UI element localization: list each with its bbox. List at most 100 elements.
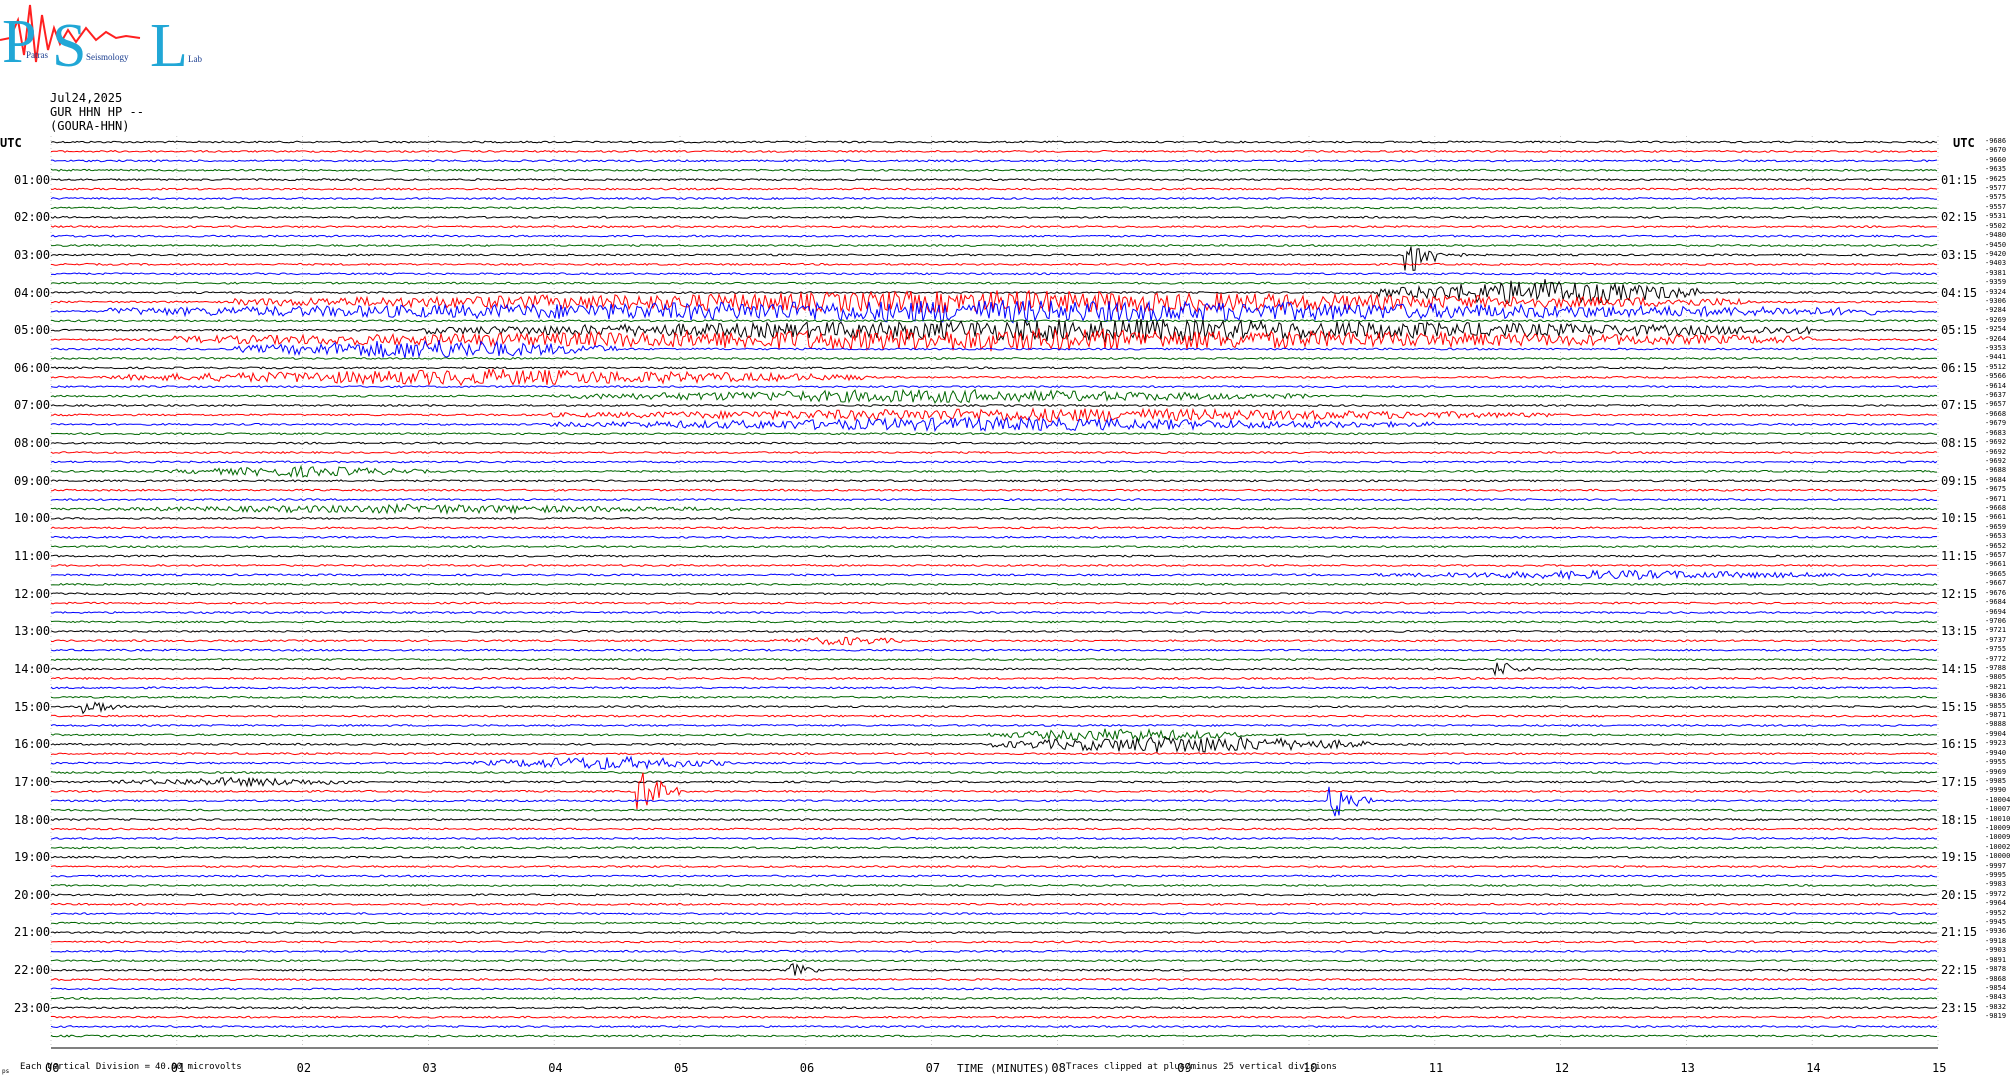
row-offset-label: -9836 bbox=[1985, 692, 2007, 701]
right-hour-label: 06:15 bbox=[1941, 360, 1978, 375]
corner-mark: ps bbox=[2, 1068, 10, 1075]
right-hour-label: 13:15 bbox=[1941, 624, 1978, 639]
trace-row bbox=[50, 479, 1938, 483]
right-utc-label: UTC bbox=[1953, 136, 1975, 150]
trace-row bbox=[50, 865, 1938, 869]
trace-row bbox=[50, 464, 1937, 478]
trace-row bbox=[51, 243, 1938, 248]
trace-row bbox=[50, 441, 1938, 445]
trace-row bbox=[50, 1015, 1938, 1019]
x-tick-label: 15 bbox=[1932, 1061, 1947, 1075]
trace-row bbox=[51, 921, 1937, 925]
row-offset-label: -9264 bbox=[1985, 334, 2007, 343]
trace-row bbox=[50, 959, 1938, 963]
trace-row bbox=[50, 281, 1938, 285]
trace-row bbox=[50, 262, 1937, 266]
trace-row bbox=[50, 776, 1938, 788]
right-hour-label: 02:15 bbox=[1941, 210, 1978, 225]
trace-row bbox=[50, 949, 1938, 953]
division-label: Each Vertical Division = bbox=[20, 1062, 151, 1072]
left-hour-label: 13:00 bbox=[14, 624, 51, 639]
row-offset-label: -9684 bbox=[1985, 598, 2007, 607]
row-offset-label: -9694 bbox=[1985, 607, 2007, 616]
trace-row bbox=[50, 535, 1938, 539]
row-offset-label: -9512 bbox=[1985, 362, 2007, 371]
logo-word-patras: Patras bbox=[26, 50, 48, 60]
left-hour-label: 07:00 bbox=[14, 398, 51, 413]
row-offset-label: -9888 bbox=[1985, 720, 2007, 729]
row-offset-label: -9821 bbox=[1985, 682, 2007, 691]
trace-row bbox=[50, 415, 1938, 433]
row-offset-label: -9660 bbox=[1985, 155, 2007, 164]
psl-logo: P S L Patras Seismology Lab bbox=[0, 0, 210, 80]
trace-row bbox=[50, 234, 1938, 238]
trace-row bbox=[50, 987, 1938, 991]
row-offset-label: -9832 bbox=[1985, 1002, 2007, 1011]
row-offset-label: -9692 bbox=[1985, 447, 2007, 456]
trace-row bbox=[50, 498, 1938, 502]
row-offset-label: -9721 bbox=[1985, 626, 2007, 635]
trace-row bbox=[50, 246, 1938, 271]
row-offset-label: -9671 bbox=[1985, 494, 2007, 503]
trace-row bbox=[50, 1025, 1938, 1029]
trace-row bbox=[50, 569, 1938, 581]
row-offset-label: -9668 bbox=[1985, 504, 2007, 512]
row-offset-label: -9353 bbox=[1985, 344, 2007, 353]
trace-row bbox=[50, 772, 1938, 810]
row-offset-label: -9940 bbox=[1985, 748, 2007, 757]
trace-row bbox=[50, 893, 1938, 897]
left-hour-label: 11:00 bbox=[14, 549, 51, 564]
trace-row bbox=[50, 215, 1938, 219]
x-tick-label: 02 bbox=[296, 1061, 312, 1075]
trace-row bbox=[50, 996, 1938, 1000]
trace-row bbox=[50, 592, 1938, 596]
helicorder-plot bbox=[50, 136, 1939, 1049]
row-offset-label: -9668 bbox=[1985, 409, 2007, 418]
right-hour-label: 12:15 bbox=[1941, 586, 1978, 601]
row-offset-label: -9324 bbox=[1985, 287, 2007, 296]
row-offset-label: -9692 bbox=[1985, 438, 2007, 447]
row-offset-label: -9659 bbox=[1985, 522, 2007, 531]
trace-row bbox=[50, 1006, 1938, 1010]
trace-row bbox=[50, 388, 1938, 404]
right-hour-label: 20:15 bbox=[1941, 887, 1978, 902]
trace-row bbox=[50, 636, 1938, 646]
logo-word-lab: Lab bbox=[188, 54, 202, 64]
logo-letter-s: S bbox=[52, 12, 86, 72]
trace-row bbox=[50, 963, 1938, 976]
left-hour-label: 04:00 bbox=[14, 285, 51, 300]
row-offset-label: -9891 bbox=[1985, 955, 2007, 964]
trace-row bbox=[50, 648, 1938, 652]
row-offset-label: -9952 bbox=[1985, 908, 2007, 917]
row-offset-label: -9945 bbox=[1985, 918, 2007, 927]
trace-row bbox=[50, 977, 1938, 982]
row-offset-label: -9692 bbox=[1985, 456, 2007, 465]
left-hour-label: 08:00 bbox=[14, 436, 51, 451]
trace-row bbox=[50, 855, 1938, 859]
row-offset-label: -9684 bbox=[1985, 475, 2007, 484]
row-offset-label: -9306 bbox=[1985, 296, 2007, 305]
trace-row bbox=[50, 752, 1938, 756]
x-tick-label: 04 bbox=[548, 1061, 563, 1075]
trace-row bbox=[51, 187, 1938, 191]
row-offset-label: -9676 bbox=[1985, 588, 2007, 597]
left-hour-label: 05:00 bbox=[14, 323, 51, 338]
row-offset-label: -10010 bbox=[1985, 814, 2010, 823]
right-hour-label: 23:15 bbox=[1941, 1000, 1978, 1015]
row-offset-label: -10004 bbox=[1985, 795, 2010, 804]
row-offset-label: -9972 bbox=[1985, 889, 2007, 898]
x-tick-label: 11 bbox=[1428, 1061, 1444, 1075]
row-offset-label: -9670 bbox=[1985, 146, 2007, 155]
trace-row bbox=[50, 755, 1938, 770]
row-offset-label: -9635 bbox=[1985, 165, 2007, 174]
row-offset-label: -9557 bbox=[1985, 202, 2007, 211]
trace-row bbox=[50, 516, 1938, 520]
trace-row bbox=[50, 488, 1938, 492]
row-offset-label: -9657 bbox=[1985, 551, 2007, 560]
row-offset-label: -9665 bbox=[1985, 569, 2007, 578]
trace-row bbox=[50, 554, 1938, 558]
row-offset-label: -9737 bbox=[1985, 635, 2007, 644]
trace-row bbox=[50, 1034, 1937, 1038]
trace-row bbox=[50, 149, 1938, 153]
row-offset-label: -9903 bbox=[1985, 946, 2007, 955]
